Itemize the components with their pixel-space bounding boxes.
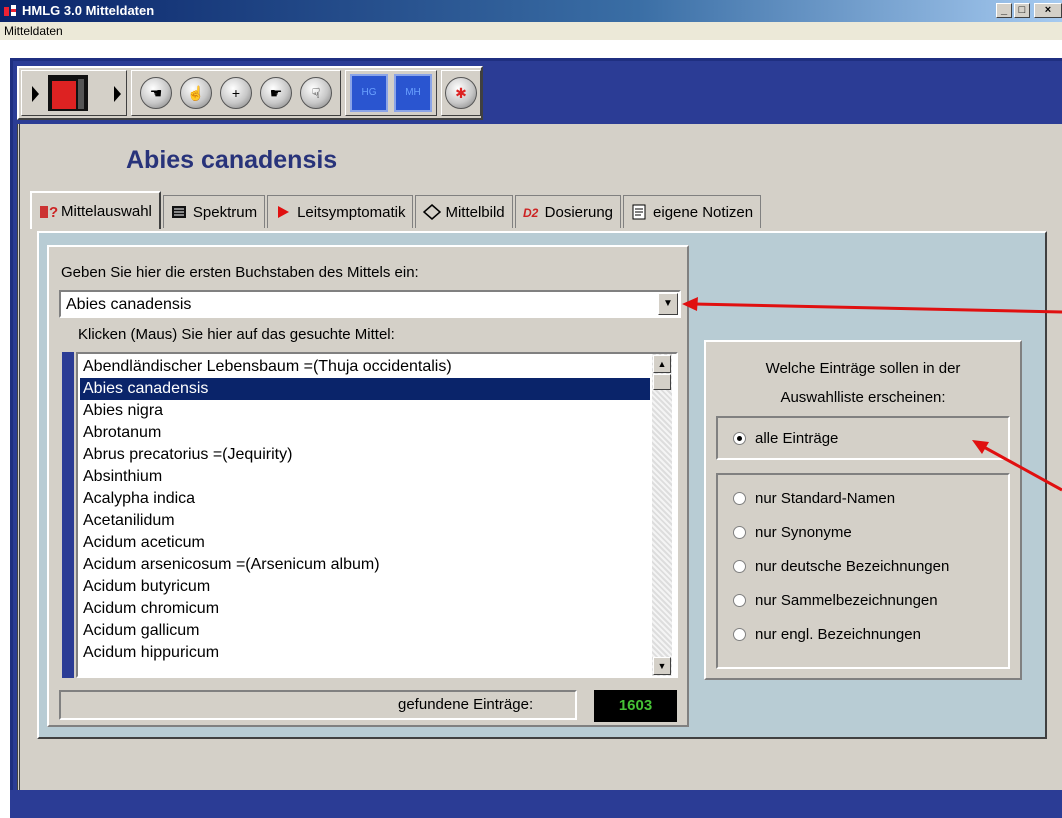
annotation-arrow-combobox: [682, 297, 1062, 314]
annotation-arrows: [682, 297, 1062, 492]
annotation-arrow-radio: [972, 440, 1062, 492]
